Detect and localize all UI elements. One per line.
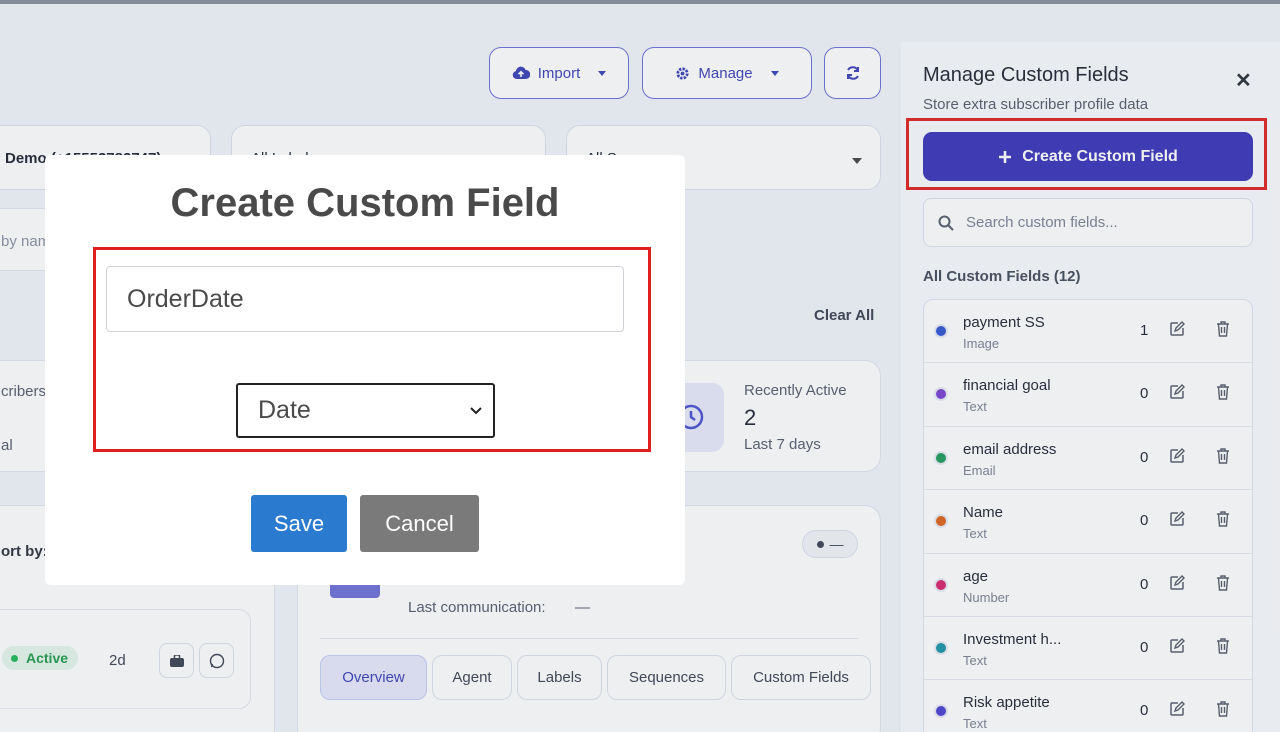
field-type-select[interactable]: Date	[236, 383, 495, 438]
cancel-button[interactable]: Cancel	[360, 495, 479, 552]
field-type-select-value: Date	[258, 396, 311, 424]
chevron-down-icon	[470, 407, 482, 415]
field-name-input[interactable]	[106, 266, 624, 332]
create-custom-field-modal: Create Custom Field Date Save Cancel	[45, 155, 685, 585]
modal-title: Create Custom Field	[170, 181, 560, 225]
save-button[interactable]: Save	[251, 495, 347, 552]
